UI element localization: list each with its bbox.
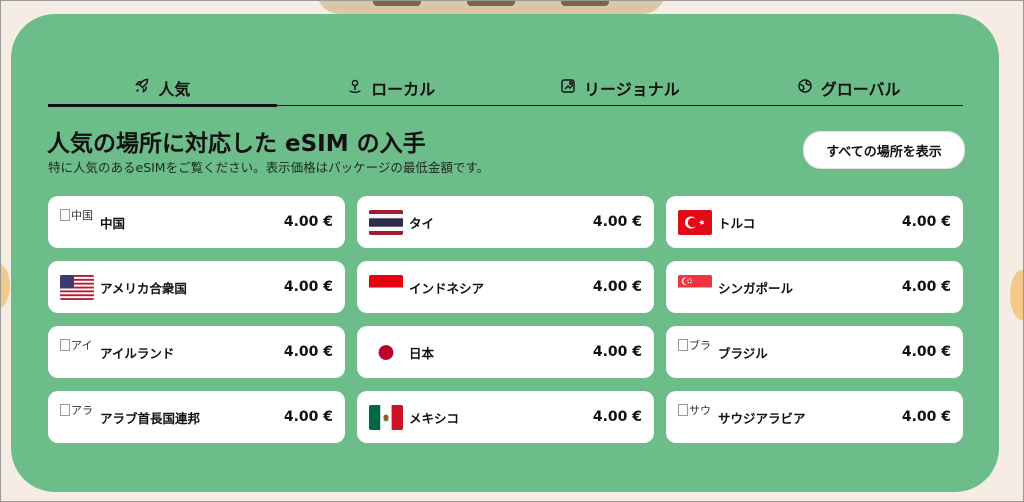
destination-grid: 中国 中国 4.00 € タイ 4.00 € トルコ 4.00 € アメリカ合衆…: [48, 196, 963, 443]
japan-flag-icon: [369, 339, 403, 365]
destination-name: 中国: [100, 215, 126, 231]
usa-flag-icon: [60, 274, 94, 300]
destination-card[interactable]: トルコ 4.00 €: [666, 196, 963, 248]
section-description: 特に人気のあるeSIMをご覧ください。表示価格はパッケージの最低金額です。: [48, 160, 490, 175]
section-title: 人気の場所に対応した eSIM の入手: [47, 131, 426, 157]
tab-popular[interactable]: 人気: [48, 71, 277, 107]
destination-card[interactable]: インドネシア 4.00 €: [357, 261, 654, 313]
destination-name: 日本: [409, 345, 435, 361]
destination-name: インドネシア: [409, 280, 485, 296]
destination-price: 4.00 €: [592, 214, 642, 230]
destination-card[interactable]: アイ アイルランド 4.00 €: [48, 326, 345, 378]
singapore-flag-icon: [678, 274, 712, 300]
destination-card[interactable]: サウ サウジアラビア 4.00 €: [666, 391, 963, 443]
destination-name: タイ: [409, 215, 435, 231]
rocket-icon: [134, 78, 150, 98]
destination-name: サウジアラビア: [718, 410, 806, 426]
destination-card[interactable]: シンガポール 4.00 €: [666, 261, 963, 313]
header-decoration: [316, 0, 666, 14]
tab-local[interactable]: ローカル: [277, 71, 506, 105]
destination-name: アラブ首長国連邦: [100, 410, 201, 426]
destination-price: 4.00 €: [283, 409, 333, 425]
destination-name: ブラジル: [718, 345, 768, 361]
destination-card[interactable]: アラ アラブ首長国連邦 4.00 €: [48, 391, 345, 443]
tab-regional[interactable]: リージョナル: [506, 71, 735, 105]
destination-tabs: 人気 ローカル リージョナル グローバル: [48, 71, 963, 107]
destination-price: 4.00 €: [901, 409, 951, 425]
map-icon: [560, 78, 576, 98]
broken-image-icon: アイ: [60, 339, 94, 365]
destination-name: シンガポール: [718, 280, 794, 296]
side-decoration-left: [0, 262, 10, 310]
tab-label: ローカル: [371, 80, 436, 99]
globe-icon: [797, 78, 813, 98]
destination-price: 4.00 €: [901, 279, 951, 295]
destination-price: 4.00 €: [283, 344, 333, 360]
destination-name: アイルランド: [100, 345, 175, 361]
destination-card[interactable]: タイ 4.00 €: [357, 196, 654, 248]
destination-name: メキシコ: [409, 410, 460, 426]
esim-popular-panel: 人気 ローカル リージョナル グローバル 人気の場所に対応した eSIM の入手…: [11, 14, 999, 492]
destination-card[interactable]: アメリカ合衆国 4.00 €: [48, 261, 345, 313]
destination-name: トルコ: [718, 215, 756, 231]
broken-image-icon: サウ: [678, 404, 712, 430]
turkey-flag-icon: [678, 209, 712, 235]
destination-price: 4.00 €: [592, 279, 642, 295]
destination-price: 4.00 €: [283, 214, 333, 230]
destination-price: 4.00 €: [901, 344, 951, 360]
broken-image-icon: 中国: [60, 209, 94, 235]
indonesia-flag-icon: [369, 274, 403, 300]
tab-global[interactable]: グローバル: [734, 71, 963, 105]
side-decoration-right: [1010, 270, 1024, 320]
thailand-flag-icon: [369, 209, 403, 235]
broken-image-icon: ブラ: [678, 339, 712, 365]
pin-icon: [347, 78, 363, 98]
destination-card[interactable]: ブラ ブラジル 4.00 €: [666, 326, 963, 378]
show-all-destinations-button[interactable]: すべての場所を表示: [803, 131, 965, 169]
destination-card[interactable]: 中国 中国 4.00 €: [48, 196, 345, 248]
destination-card[interactable]: メキシコ 4.00 €: [357, 391, 654, 443]
mexico-flag-icon: [369, 404, 403, 430]
destination-price: 4.00 €: [592, 409, 642, 425]
tab-label: グローバル: [820, 80, 901, 99]
broken-image-icon: アラ: [60, 404, 94, 430]
destination-card[interactable]: 日本 4.00 €: [357, 326, 654, 378]
destination-name: アメリカ合衆国: [100, 280, 187, 296]
destination-price: 4.00 €: [283, 279, 333, 295]
destination-price: 4.00 €: [901, 214, 951, 230]
tab-label: リージョナル: [584, 80, 680, 99]
destination-price: 4.00 €: [592, 344, 642, 360]
tab-label: 人気: [158, 80, 191, 99]
